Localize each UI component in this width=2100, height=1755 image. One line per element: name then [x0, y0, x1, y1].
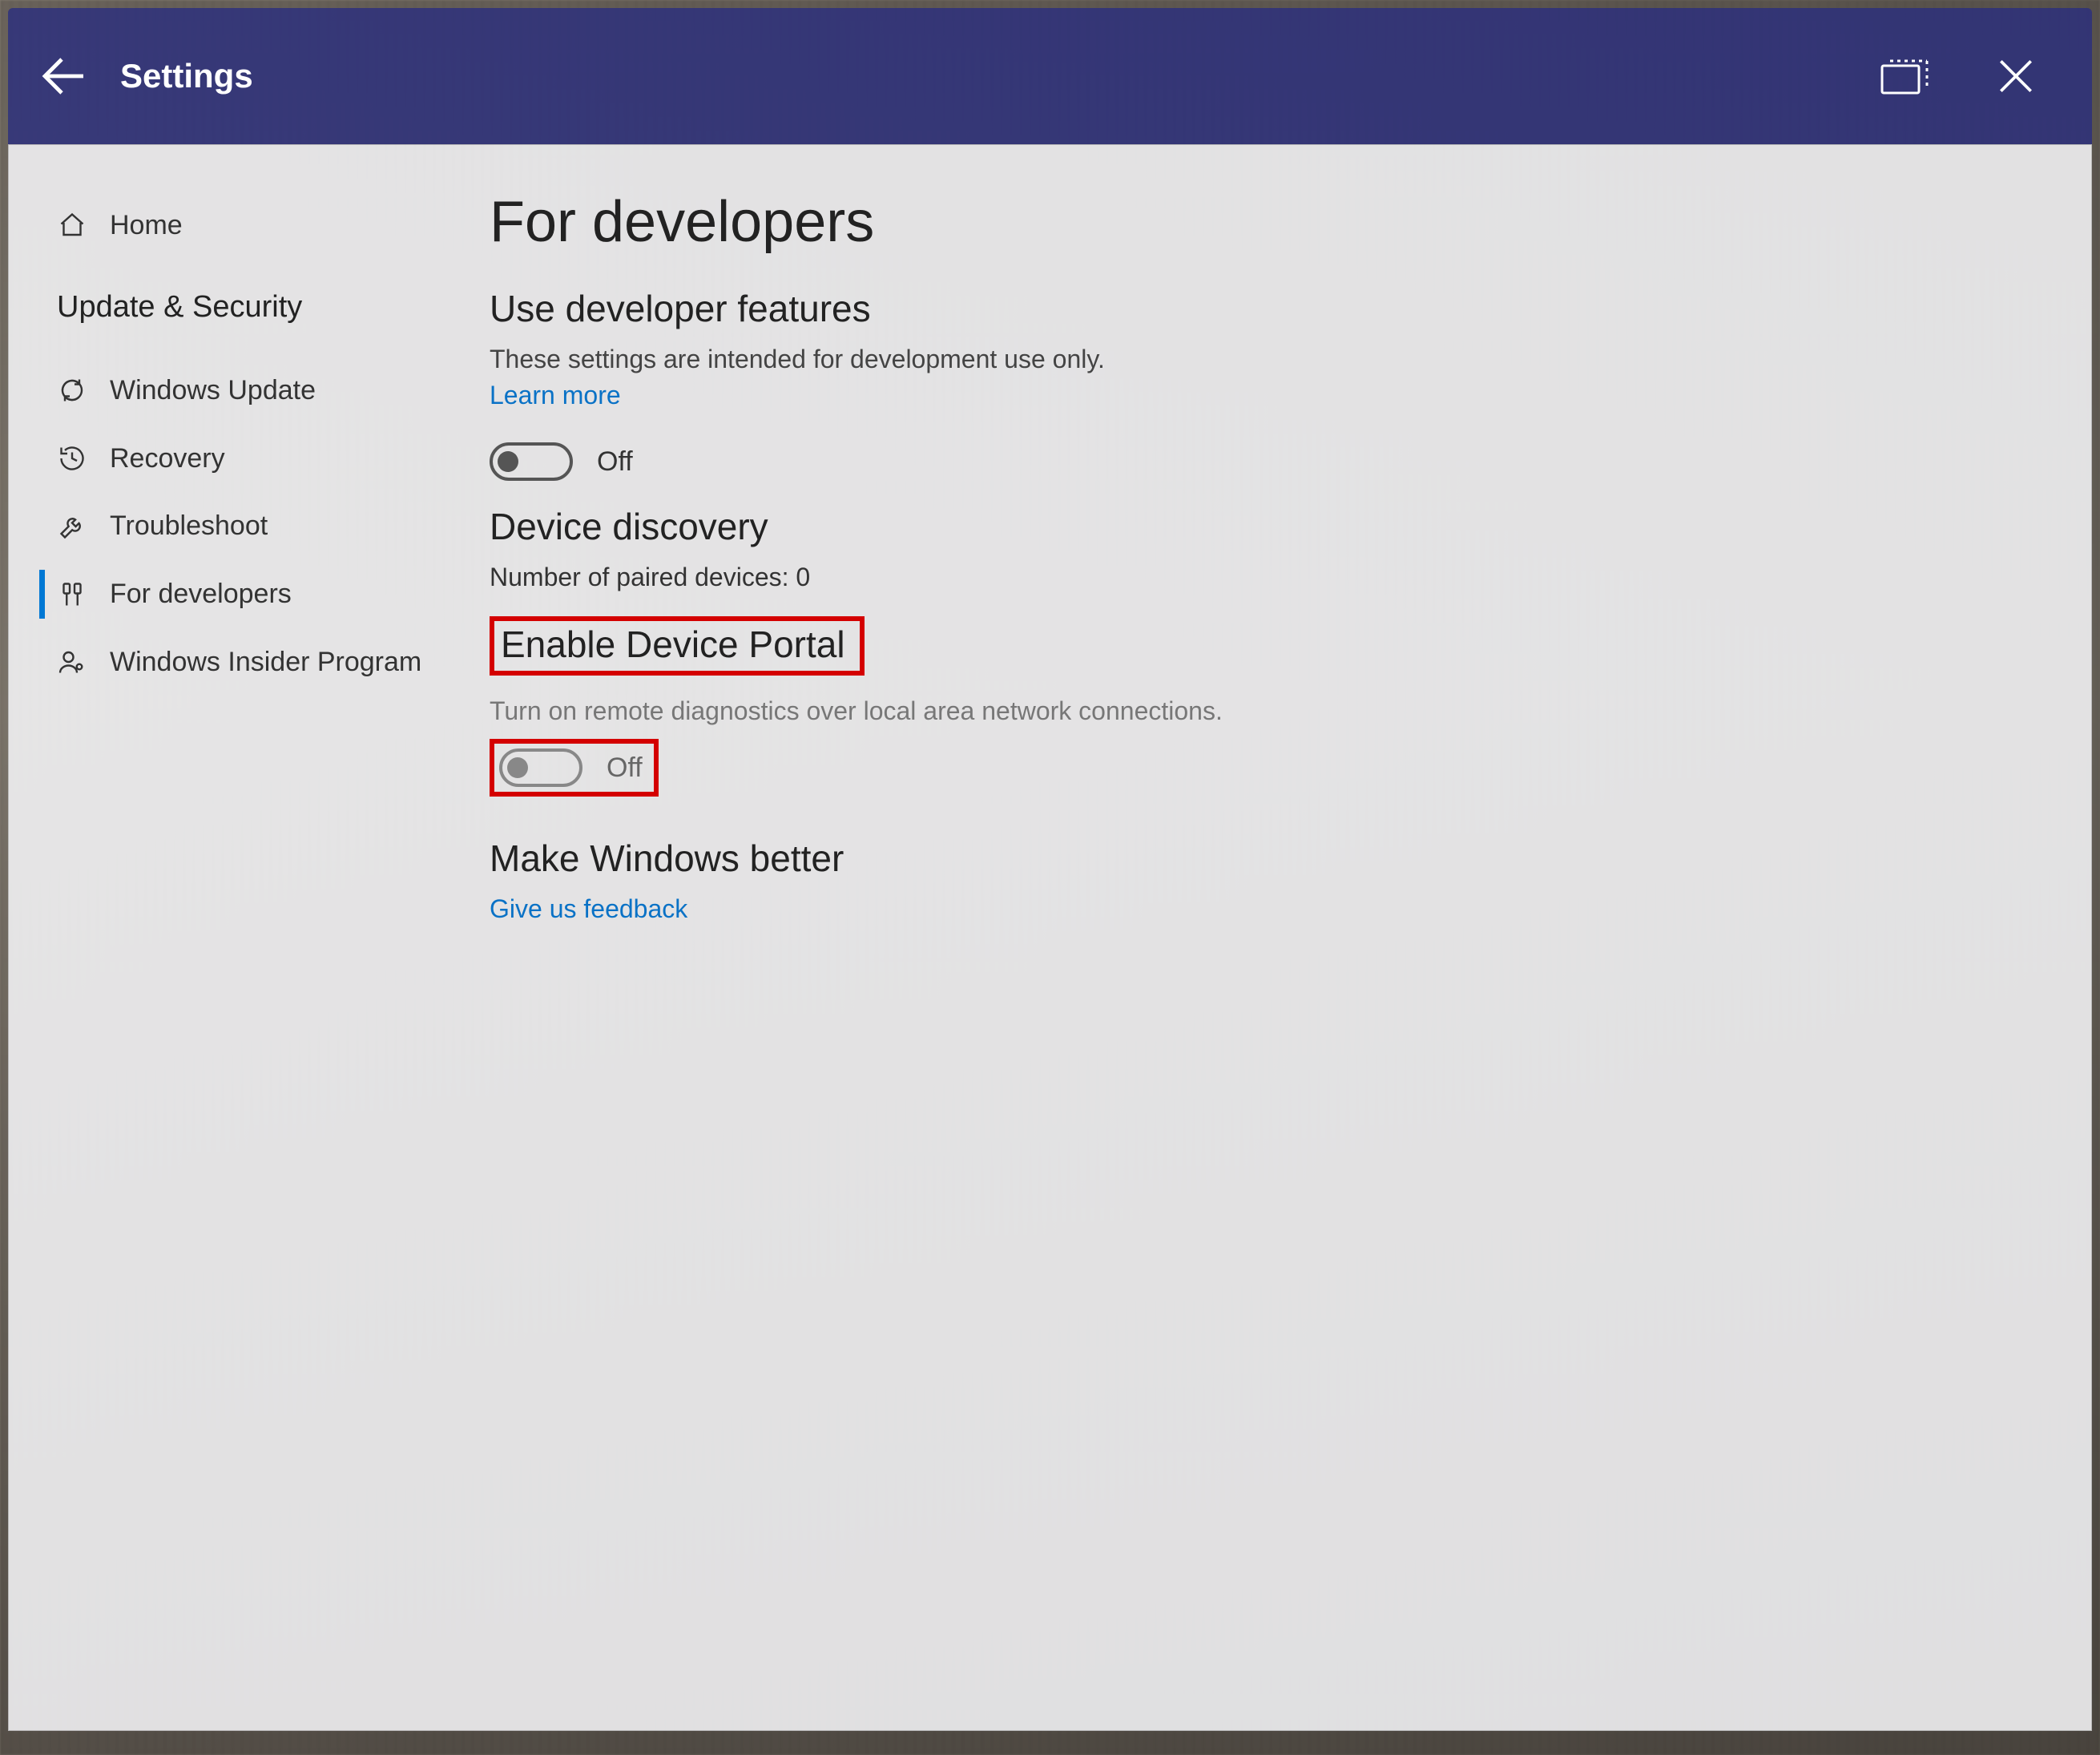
learn-more-link[interactable]: Learn more: [490, 381, 621, 410]
sidebar-home[interactable]: Home: [9, 201, 457, 266]
sidebar-item-recovery[interactable]: Recovery: [9, 425, 457, 493]
give-feedback-link[interactable]: Give us feedback: [490, 894, 687, 924]
home-icon: [57, 210, 87, 240]
developer-features-toggle-row: Off: [490, 442, 2043, 481]
section-feedback-heading: Make Windows better: [490, 837, 2043, 880]
section-developer-features-heading: Use developer features: [490, 287, 2043, 330]
titlebar: Settings: [8, 8, 2092, 144]
device-portal-desc: Turn on remote diagnostics over local ar…: [490, 696, 2043, 726]
annotation-highlight-portal-heading: Enable Device Portal: [490, 616, 865, 676]
refresh-icon: [57, 375, 87, 405]
device-portal-toggle-row: Off: [499, 748, 643, 787]
device-portal-toggle-label: Off: [607, 752, 643, 784]
sidebar-item-label: Windows Insider Program: [110, 646, 425, 679]
sidebar-category: Update & Security: [9, 266, 457, 357]
wrench-icon: [57, 511, 87, 542]
developer-features-toggle-label: Off: [597, 446, 633, 478]
settings-panel: Home Update & Security Windows Update: [8, 144, 2092, 1731]
developer-icon: [57, 579, 87, 610]
sidebar-item-label: Recovery: [110, 442, 425, 475]
sidebar-item-label: For developers: [110, 578, 425, 611]
window-title: Settings: [120, 57, 253, 95]
sidebar-home-label: Home: [110, 209, 425, 242]
paired-devices-count: Number of paired devices: 0: [490, 563, 2043, 592]
back-button[interactable]: [8, 47, 120, 105]
section-device-discovery-heading: Device discovery: [490, 505, 2043, 548]
close-button[interactable]: [1988, 48, 2044, 104]
follow-me-button[interactable]: [1876, 48, 1932, 104]
toggle-knob: [507, 757, 528, 778]
close-icon: [1993, 54, 2038, 99]
developer-features-desc: These settings are intended for developm…: [490, 345, 2043, 374]
toggle-knob: [498, 451, 518, 472]
annotation-highlight-portal-toggle: Off: [490, 739, 659, 797]
page-title: For developers: [490, 189, 2043, 255]
sidebar-item-troubleshoot[interactable]: Troubleshoot: [9, 492, 457, 560]
people-icon: [57, 647, 87, 677]
sidebar-item-label: Windows Update: [110, 374, 425, 407]
sidebar-item-windows-update[interactable]: Windows Update: [9, 357, 457, 425]
app-window: Settings: [0, 0, 2100, 1755]
device-portal-toggle[interactable]: [499, 748, 582, 787]
slate-icon: [1877, 54, 1930, 98]
developer-features-toggle[interactable]: [490, 442, 573, 481]
content-area: For developers Use developer features Th…: [457, 145, 2091, 1730]
section-device-portal-heading: Enable Device Portal: [501, 623, 845, 666]
sidebar: Home Update & Security Windows Update: [9, 145, 457, 1730]
arrow-left-icon: [35, 47, 93, 105]
sidebar-item-for-developers[interactable]: For developers: [9, 560, 457, 628]
sidebar-item-windows-insider[interactable]: Windows Insider Program: [9, 628, 457, 696]
sidebar-item-label: Troubleshoot: [110, 510, 425, 543]
history-icon: [57, 443, 87, 474]
titlebar-actions: [1876, 48, 2092, 104]
